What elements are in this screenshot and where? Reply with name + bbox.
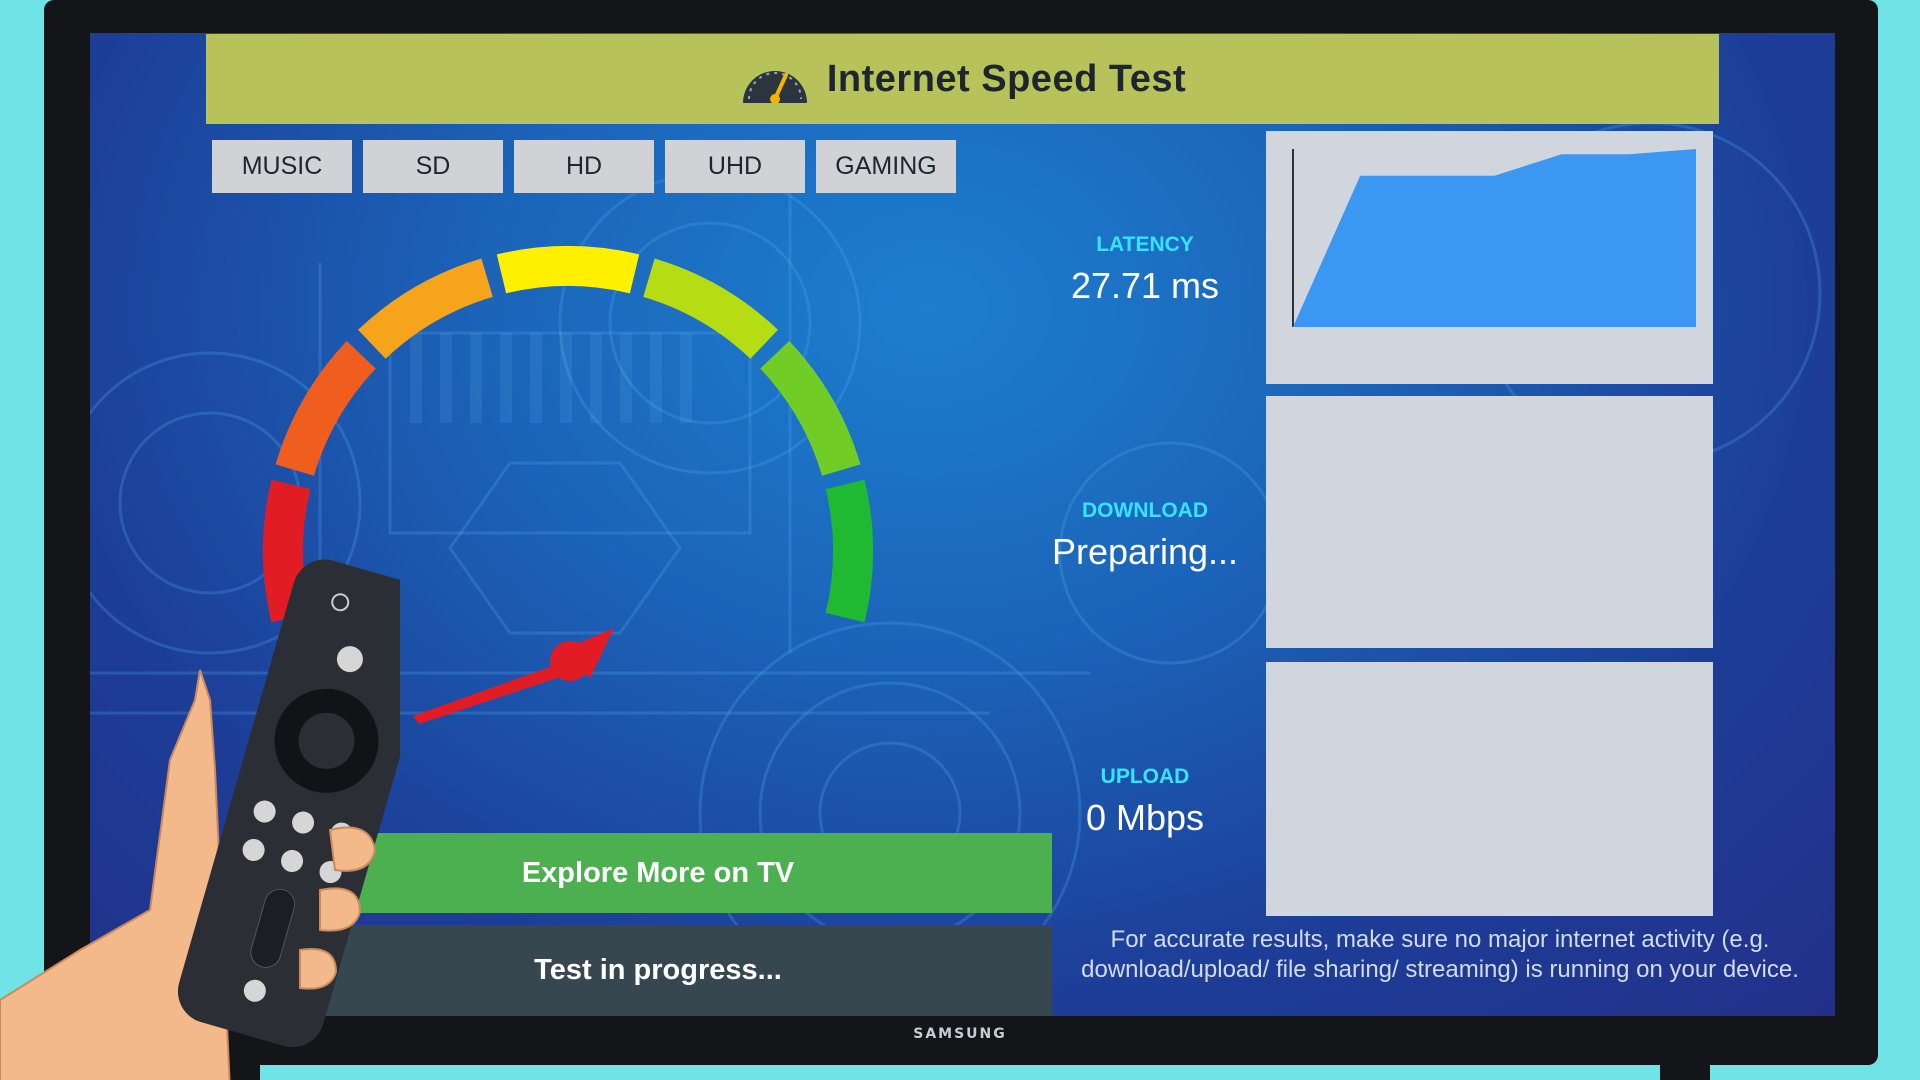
download-label: DOWNLOAD [1082, 499, 1208, 522]
header: Internet Speed Test [206, 34, 1719, 124]
gauge-segment-5 [642, 258, 778, 360]
latency-graph [1292, 149, 1696, 327]
gauge-segment-6 [759, 341, 861, 477]
gauge-needle [413, 628, 614, 724]
gauge-segment-3 [358, 258, 494, 360]
tab-hd[interactable]: HD [514, 140, 654, 193]
tab-music[interactable]: MUSIC [212, 140, 352, 193]
upload-metric: UPLOAD 0 Mbps [980, 765, 1310, 839]
app-title: Internet Speed Test [826, 57, 1187, 100]
gauge-segment-7 [825, 479, 873, 623]
tv-stand-right [1660, 1062, 1710, 1080]
latency-label: LATENCY [1096, 233, 1194, 256]
upload-label: UPLOAD [1100, 765, 1190, 788]
tab-sd[interactable]: SD [363, 140, 503, 193]
upload-graph-panel [1266, 662, 1713, 916]
tab-uhd[interactable]: UHD [665, 140, 805, 193]
latency-value: 27.71 ms [1070, 265, 1220, 306]
download-metric: DOWNLOAD Preparing... [980, 499, 1310, 573]
latency-metric: LATENCY 27.71 ms [980, 233, 1310, 307]
gauge-segment-4 [496, 246, 640, 294]
speedometer-icon [742, 71, 807, 104]
quality-tabs: MUSIC SD HD UHD GAMING [212, 140, 956, 193]
tab-gaming[interactable]: GAMING [816, 140, 956, 193]
hand-holding-remote [0, 559, 400, 1080]
accuracy-notice: For accurate results, make sure no major… [1081, 926, 1799, 983]
latency-area [1293, 149, 1696, 327]
latency-graph-panel [1266, 131, 1713, 384]
gauge-segment-2 [275, 341, 377, 477]
download-value: Preparing... [1051, 531, 1239, 572]
download-graph-panel [1266, 396, 1713, 648]
